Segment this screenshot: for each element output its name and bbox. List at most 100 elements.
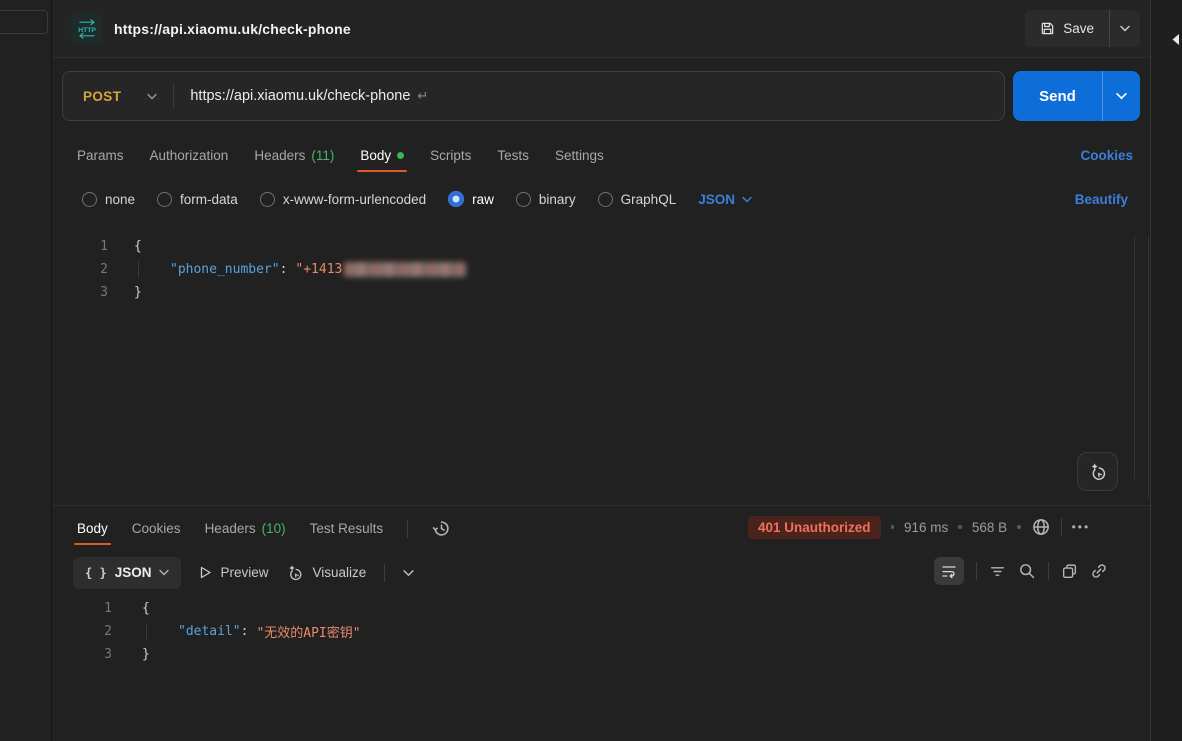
editor-scrollbar[interactable]	[1134, 236, 1135, 479]
request-header-bar: HTTP https://api.xiaomu.uk/check-phone S…	[53, 0, 1150, 58]
code-line: 2 "detail": "无效的API密钥"	[53, 620, 1133, 643]
link-icon	[1090, 562, 1108, 580]
json-value: "+1413	[295, 262, 342, 277]
save-dropdown-button[interactable]	[1109, 10, 1140, 47]
body-mode-none[interactable]: none	[82, 192, 135, 207]
save-floppy-icon	[1040, 21, 1055, 36]
tab-body[interactable]: Body	[360, 138, 404, 172]
separator-dot	[958, 525, 962, 529]
response-tab-body[interactable]: Body	[77, 512, 108, 545]
request-tabs: Params Authorization Headers(11) Body Sc…	[62, 138, 1150, 172]
beautify-link[interactable]: Beautify	[1075, 184, 1128, 214]
response-time[interactable]: 916 ms	[904, 520, 948, 535]
tab-settings[interactable]: Settings	[555, 138, 604, 172]
request-title: https://api.xiaomu.uk/check-phone	[114, 21, 351, 37]
editor-border	[1148, 236, 1149, 498]
save-button[interactable]: Save	[1025, 10, 1140, 47]
search-icon	[1018, 562, 1036, 580]
response-divider	[53, 505, 1150, 506]
redacted-phone-blur	[344, 262, 466, 277]
send-dropdown-button[interactable]	[1102, 71, 1140, 121]
response-tab-cookies[interactable]: Cookies	[132, 512, 181, 545]
copy-button[interactable]	[1061, 563, 1078, 580]
link-button[interactable]	[1090, 562, 1108, 580]
line-number: 2	[53, 262, 108, 277]
tab-scripts[interactable]: Scripts	[430, 138, 471, 172]
format-chevron-down-icon	[159, 569, 169, 576]
code-line: 2 "phone_number": "+1413	[53, 258, 1133, 281]
response-tab-headers[interactable]: Headers(10)	[205, 512, 286, 545]
cookies-link[interactable]: Cookies	[1080, 138, 1133, 172]
preview-button[interactable]: Preview	[199, 565, 268, 580]
separator-dot	[891, 525, 895, 529]
sidebar-collapsed-item[interactable]	[0, 10, 48, 34]
response-size[interactable]: 568 B	[972, 520, 1007, 535]
visualize-button[interactable]: Visualize	[286, 564, 366, 582]
url-divider	[173, 83, 174, 109]
wrap-text-button[interactable]	[934, 557, 964, 585]
body-mode-binary[interactable]: binary	[516, 192, 576, 207]
response-format-dropdown[interactable]: { } JSON	[73, 557, 181, 589]
send-button-label: Send	[1013, 71, 1102, 121]
panel-collapse-arrow-icon[interactable]	[1171, 33, 1180, 46]
preview-play-icon	[199, 566, 212, 579]
body-mode-form-data[interactable]: form-data	[157, 192, 238, 207]
tools-divider	[1048, 562, 1049, 580]
response-tools	[934, 557, 1108, 585]
response-body-editor[interactable]: 1 { 2 "detail": "无效的API密钥" 3 }	[53, 597, 1133, 666]
right-sidebar-rail	[1150, 0, 1182, 741]
meta-divider	[1061, 518, 1062, 536]
radio-icon	[157, 192, 172, 207]
code-line: 1 {	[53, 597, 1133, 620]
body-mode-x-www-form-urlencoded[interactable]: x-www-form-urlencoded	[260, 192, 426, 207]
more-options-button[interactable]: •••	[1072, 520, 1091, 534]
tabs-divider	[407, 520, 408, 538]
response-headers-count-badge: (10)	[262, 521, 286, 536]
response-format-label: JSON	[115, 565, 152, 580]
response-history-button[interactable]	[432, 519, 451, 538]
toolbar-divider	[384, 564, 385, 582]
search-button[interactable]	[1018, 562, 1036, 580]
tab-headers[interactable]: Headers(11)	[254, 138, 334, 172]
body-mode-graphql[interactable]: GraphQL	[598, 192, 677, 207]
status-badge[interactable]: 401 Unauthorized	[748, 516, 881, 539]
radio-icon	[260, 192, 275, 207]
url-input[interactable]: https://api.xiaomu.uk/check-phone	[190, 88, 410, 104]
network-info-button[interactable]	[1031, 517, 1051, 537]
send-button[interactable]: Send	[1013, 71, 1140, 121]
app-window: HTTP https://api.xiaomu.uk/check-phone S…	[0, 0, 1182, 741]
method-selector[interactable]: POST	[63, 89, 173, 104]
json-key: "phone_number"	[170, 262, 280, 277]
request-body-editor[interactable]: 1 { 2 "phone_number": "+1413 3 }	[53, 228, 1133, 304]
svg-text:HTTP: HTTP	[78, 26, 96, 33]
json-value: "无效的API密钥"	[256, 622, 360, 641]
response-toolbar: { } JSON Preview Visualize	[73, 556, 414, 589]
filter-icon	[989, 563, 1006, 580]
tab-params[interactable]: Params	[77, 138, 124, 172]
tab-authorization[interactable]: Authorization	[150, 138, 229, 172]
body-has-content-dot	[397, 152, 404, 159]
headers-count-badge: (11)	[311, 148, 334, 163]
http-method-icon: HTTP	[71, 13, 102, 44]
code-line: 1 {	[53, 235, 1133, 258]
visualize-sparkle-icon	[286, 564, 304, 582]
tools-divider	[976, 562, 977, 580]
radio-icon	[82, 192, 97, 207]
language-dropdown[interactable]: JSON	[698, 192, 752, 207]
code-line: 3 }	[53, 281, 1133, 304]
filter-button[interactable]	[989, 563, 1006, 580]
body-mode-raw[interactable]: raw	[448, 191, 494, 207]
save-button-label: Save	[1063, 21, 1094, 36]
postbot-button[interactable]	[1077, 452, 1118, 491]
line-number: 2	[53, 624, 112, 639]
left-sidebar-rail	[0, 0, 52, 741]
method-chevron-down-icon	[147, 93, 157, 100]
tab-tests[interactable]: Tests	[497, 138, 529, 172]
method-label: POST	[63, 89, 147, 104]
toolbar-chevron-down-icon[interactable]	[403, 569, 414, 577]
history-icon	[432, 519, 451, 538]
wrap-text-icon	[941, 563, 957, 579]
response-tab-test-results[interactable]: Test Results	[310, 512, 384, 545]
separator-dot	[1017, 525, 1021, 529]
radio-icon	[598, 192, 613, 207]
